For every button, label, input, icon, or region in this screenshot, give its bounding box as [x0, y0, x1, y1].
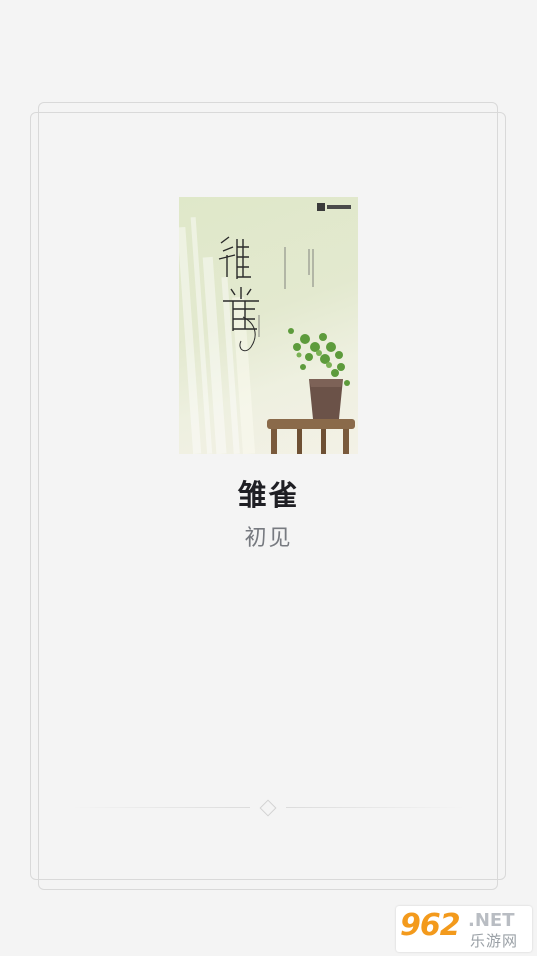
book-cover[interactable] [179, 197, 358, 454]
splash-page: 雏雀 初见 962 .NET 乐游网 [0, 0, 537, 956]
book-cover-art [179, 203, 355, 454]
diamond-icon [259, 799, 277, 817]
divider-line-right [286, 807, 466, 808]
watermark-site-name: 乐游网 [470, 932, 519, 950]
site-watermark: 962 .NET 乐游网 [396, 906, 532, 952]
book-author: 初见 [244, 526, 293, 551]
ornamental-divider [70, 799, 466, 817]
book-title: 雏雀 [237, 478, 300, 512]
watermark-number: 962 [400, 908, 461, 943]
divider-line-left [70, 807, 250, 808]
watermark-suffix: .NET [468, 910, 515, 931]
publisher-logo [317, 203, 351, 211]
